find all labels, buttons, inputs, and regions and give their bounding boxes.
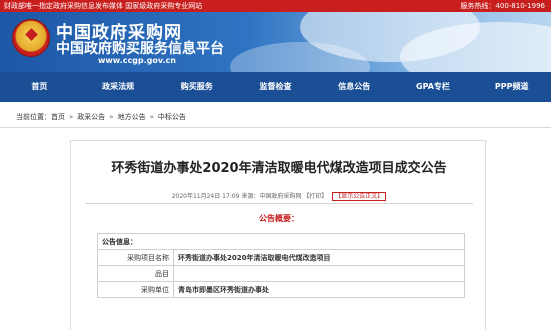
breadcrumb-separator: » xyxy=(149,113,154,121)
site-header: 中国政府采购网 中国政府购买服务信息平台 www.ccgp.gov.cn xyxy=(0,12,551,72)
top-bar: 财政部唯一指定政府采购信息发布媒体 国家级政府采购专业网站 服务热线：400-8… xyxy=(0,0,551,12)
row-label-project-name: 采购项目名称 xyxy=(97,249,174,266)
main-nav: 首页 政采法规 购买服务 监督检查 信息公告 GPA专栏 PPP频道 xyxy=(0,72,551,102)
breadcrumb-link-local[interactable]: 地方公告 xyxy=(118,113,146,121)
table-header-cell: 公告信息： xyxy=(97,233,465,250)
nav-item-regulations[interactable]: 政采法规 xyxy=(79,72,158,102)
nav-item-announcements[interactable]: 信息公告 xyxy=(315,72,394,102)
nav-item-supervision[interactable]: 监督检查 xyxy=(236,72,315,102)
nav-item-purchase-services[interactable]: 购买服务 xyxy=(157,72,236,102)
row-label-category: 品目 xyxy=(97,265,174,282)
site-logo-subtitle[interactable]: 中国政府购买服务信息平台 xyxy=(56,38,224,58)
site-url: www.ccgp.gov.cn xyxy=(98,56,176,65)
row-label-purchaser: 采购单位 xyxy=(97,281,174,298)
breadcrumb: 当前位置：首页» 政采公告» 地方公告» 中标公告 xyxy=(0,110,551,124)
print-link[interactable]: 【打印】 xyxy=(303,193,327,200)
national-emblem-icon[interactable] xyxy=(12,19,50,57)
article-panel: 环秀街道办事处2020年清洁取暖电代煤改造项目成交公告 2020年11月24日 … xyxy=(70,140,486,330)
breadcrumb-link-award[interactable]: 中标公告 xyxy=(158,113,186,121)
breadcrumb-separator: » xyxy=(69,113,74,121)
overview-label: 公告概要： xyxy=(259,214,299,223)
breadcrumb-prefix: 当前位置： xyxy=(16,113,51,121)
table-row: 采购单位 青岛市即墨区环秀街道办事处 xyxy=(97,281,465,298)
table-row: 采购项目名称 环秀街道办事处2020年清洁取暖电代煤改造项目 xyxy=(97,249,465,266)
article-meta: 2020年11月24日 17:09 来源：中国政府采购网 【打印】 【显示公告正… xyxy=(71,191,487,201)
breadcrumb-link-home[interactable]: 首页 xyxy=(51,113,65,121)
nav-item-home[interactable]: 首页 xyxy=(0,72,79,102)
breadcrumb-link-announcements[interactable]: 政采公告 xyxy=(77,113,105,121)
row-value-purchaser: 青岛市即墨区环秀街道办事处 xyxy=(173,281,465,298)
row-value-project-name: 环秀街道办事处2020年清洁取暖电代煤改造项目 xyxy=(173,249,465,266)
source-label: 来源： xyxy=(241,193,260,200)
table-row: 品目 xyxy=(97,265,465,282)
announcement-info-table: 公告信息： 采购项目名称 环秀街道办事处2020年清洁取暖电代煤改造项目 品目 … xyxy=(97,233,465,298)
nav-item-ppp[interactable]: PPP频道 xyxy=(472,72,551,102)
nav-item-gpa[interactable]: GPA专栏 xyxy=(394,72,473,102)
article-title: 环秀街道办事处2020年清洁取暖电代煤改造项目成交公告 xyxy=(111,161,447,176)
meta-divider xyxy=(85,203,473,204)
top-bar-slogan: 财政部唯一指定政府采购信息发布媒体 国家级政府采购专业网站 xyxy=(4,2,203,10)
breadcrumb-separator: » xyxy=(109,113,114,121)
show-original-button[interactable]: 【显示公告正文】 xyxy=(332,192,387,201)
service-hotline: 服务热线：400-810-1996 xyxy=(460,2,545,10)
source-name: 中国政府采购网 xyxy=(259,193,302,200)
row-value-category xyxy=(173,265,465,282)
table-header-row: 公告信息： xyxy=(97,233,465,250)
publish-datetime: 2020年11月24日 17:09 xyxy=(171,193,240,200)
breadcrumb-divider xyxy=(0,127,551,128)
